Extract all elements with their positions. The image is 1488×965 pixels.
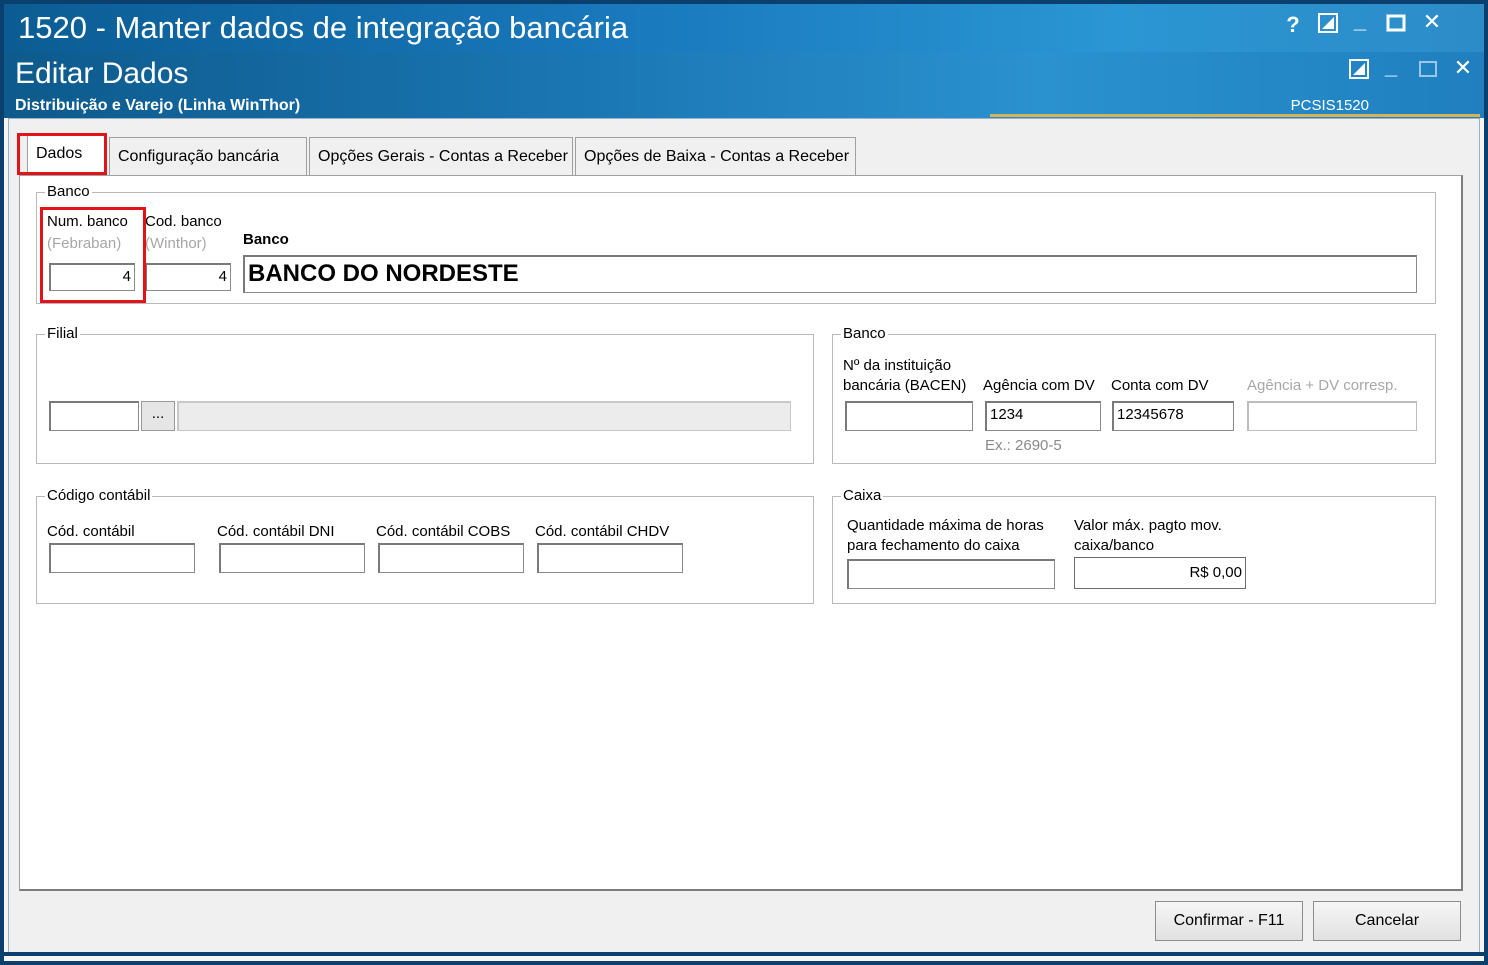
tab-opcoes-gerais[interactable]: Opções Gerais - Contas a Receber <box>309 137 573 175</box>
confirm-button[interactable]: Confirmar - F11 <box>1155 901 1303 941</box>
agencia-input[interactable]: 1234 <box>985 401 1101 431</box>
cod-contabil-chdv-input[interactable] <box>537 543 683 573</box>
instituicao-input[interactable] <box>845 401 973 431</box>
agencia-corresp-input[interactable] <box>1247 401 1417 431</box>
cancel-button[interactable]: Cancelar <box>1313 901 1461 941</box>
cod-contabil-cobs-input[interactable] <box>378 543 524 573</box>
caixa-group-title: Caixa <box>841 487 884 504</box>
window-title: 1520 - Manter dados de integração bancár… <box>18 10 629 45</box>
filial-browse-button[interactable]: ... <box>141 401 175 431</box>
window-titlebar[interactable]: 1520 - Manter dados de integração bancár… <box>4 4 1484 52</box>
cod-contabil-cobs-label: Cód. contábil COBS <box>376 523 511 540</box>
banco-info-group-title: Banco <box>841 325 888 342</box>
horas-label-line2: para fechamento do caixa <box>847 537 1020 554</box>
edit-window-icon[interactable] <box>1314 8 1342 38</box>
cod-banco-sublabel: (Winthor) <box>145 235 207 252</box>
form-content: Dados Configuração bancária Opções Gerai… <box>8 118 1480 956</box>
form-subtitle: Distribuição e Varejo (Linha WinThor) <box>15 97 301 114</box>
agencia-example-hint: Ex.: 2690-5 <box>985 437 1062 454</box>
valor-max-label-line1: Valor máx. pagto mov. <box>1074 517 1222 534</box>
codigo-contabil-group: Código contábil Cód. contábil Cód. contá… <box>36 487 814 604</box>
cod-contabil-dni-label: Cód. contábil DNI <box>217 523 335 540</box>
caixa-group: Caixa Quantidade máxima de horas para fe… <box>832 487 1436 604</box>
banco-info-group: Banco Nº da instituição bancária (BACEN)… <box>832 325 1436 464</box>
filial-group: Filial ... <box>36 325 814 464</box>
highlight-num-banco <box>40 207 146 303</box>
agencia-label: Agência com DV <box>983 377 1095 394</box>
filial-name-display <box>177 401 791 431</box>
help-icon[interactable]: ? <box>1279 10 1307 40</box>
form-header: Editar Dados Distribuição e Varejo (Linh… <box>4 52 1484 118</box>
banco-group: Banco Num. banco (Febraban) 4 Cod. banco… <box>36 183 1436 304</box>
close-icon[interactable]: ✕ <box>1418 7 1446 37</box>
valor-max-input[interactable]: R$ 0,00 <box>1074 557 1246 589</box>
filial-code-input[interactable] <box>49 401 139 431</box>
conta-input[interactable]: 12345678 <box>1112 401 1234 431</box>
tab-panel-dados: Banco Num. banco (Febraban) 4 Cod. banco… <box>19 175 1463 891</box>
cod-contabil-input[interactable] <box>49 543 195 573</box>
window-bottom-border <box>0 952 1488 956</box>
banco-name-input[interactable]: BANCO DO NORDESTE <box>243 255 1417 293</box>
valor-max-label-line2: caixa/banco <box>1074 537 1155 554</box>
form-title: Editar Dados <box>15 57 189 90</box>
banco-group-title: Banco <box>45 183 92 200</box>
header-accent-line <box>990 114 1480 117</box>
cod-contabil-chdv-label: Cód. contábil CHDV <box>535 523 670 540</box>
tab-opcoes-baixa[interactable]: Opções de Baixa - Contas a Receber <box>575 137 856 175</box>
codigo-contabil-group-title: Código contábil <box>45 487 153 504</box>
conta-label: Conta com DV <box>1111 377 1209 394</box>
form-maximize-icon[interactable] <box>1414 54 1442 84</box>
instituicao-label-line1: Nº da instituição <box>843 357 952 374</box>
cod-banco-input[interactable]: 4 <box>145 263 231 291</box>
tab-configuracao-bancaria[interactable]: Configuração bancária <box>109 137 307 175</box>
highlight-tab-dados <box>17 133 107 175</box>
form-close-icon[interactable]: ✕ <box>1449 53 1477 83</box>
cod-contabil-dni-input[interactable] <box>219 543 365 573</box>
horas-label-line1: Quantidade máxima de horas <box>847 517 1044 534</box>
cod-banco-label: Cod. banco <box>145 213 222 230</box>
agencia-corresp-label: Agência + DV corresp. <box>1247 377 1398 394</box>
edit-form-icon[interactable] <box>1345 54 1373 84</box>
horas-fechamento-input[interactable] <box>847 559 1055 589</box>
minimize-icon[interactable]: _ <box>1346 6 1374 36</box>
maximize-icon[interactable] <box>1382 8 1410 38</box>
filial-group-title: Filial <box>45 325 80 342</box>
banco-name-label: Banco <box>243 231 289 248</box>
routine-code: PCSIS1520 <box>1290 97 1369 114</box>
instituicao-label-line2: bancária (BACEN) <box>843 377 967 394</box>
form-minimize-icon[interactable]: _ <box>1377 52 1405 82</box>
cod-contabil-label: Cód. contábil <box>47 523 135 540</box>
